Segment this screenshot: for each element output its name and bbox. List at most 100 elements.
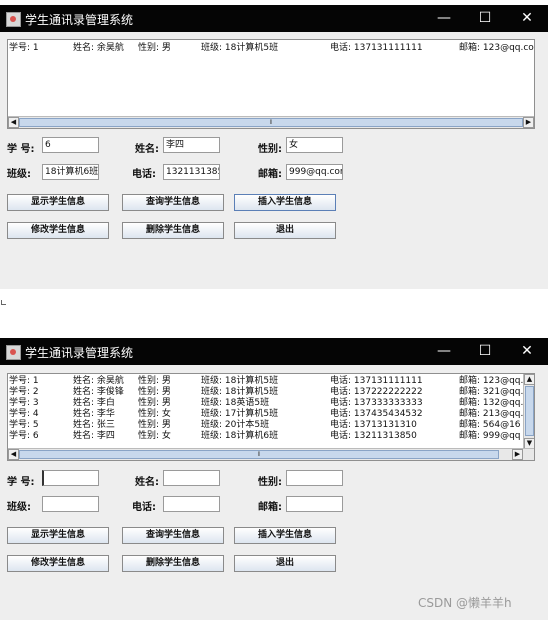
scroll-thumb[interactable] [525,386,534,436]
exit-button[interactable]: 退出 [234,222,336,239]
record-row: 学号: 4 姓名: 李华 性别: 女 班级: 17计算机5班 电话: 13743… [8,409,523,420]
email-field[interactable] [286,496,343,512]
phone-field[interactable] [163,496,220,512]
record-phone: 电话: 13211313850 [330,431,417,441]
record-email: 邮箱: 999@qq [459,431,521,441]
bottom-window: 学生通讯录管理系统 — ☐ ✕ 学号: 1 姓名: 余昊航 性别: 男 班级: … [0,338,548,620]
record-id: 学号: 2 [9,387,39,397]
record-id: 学号: 1 [9,43,39,53]
record-phone: 电话: 137333333333 [330,398,423,408]
show-students-button[interactable]: 显示学生信息 [7,194,109,211]
email-field[interactable]: 999@qq.com [286,164,343,180]
phone-label: 电话: [132,169,156,180]
record-row: 学号: 1 姓名: 余昊航 性别: 男 班级: 18计算机5班 电话: 1371… [8,376,523,387]
name-field[interactable] [163,470,220,486]
gender-field[interactable]: 女 [286,137,343,153]
maximize-button[interactable]: ☐ [465,5,505,32]
record-email: 邮箱: 123@qq. [459,376,524,386]
gender-field[interactable] [286,470,343,486]
modify-student-button[interactable]: 修改学生信息 [7,555,109,572]
record-gender: 性别: 男 [138,376,171,386]
record-gender: 性别: 男 [138,420,171,430]
records-text-area[interactable]: 学号: 1 姓名: 余昊航 性别: 男 班级: 18计算机5班 电话: 1371… [7,39,535,129]
delete-student-button[interactable]: 删除学生信息 [122,555,224,572]
query-student-button[interactable]: 查询学生信息 [122,194,224,211]
close-button[interactable]: ✕ [507,338,547,365]
record-row: 学号: 6 姓名: 李四 性别: 女 班级: 18计算机6班 电话: 13211… [8,431,523,442]
sid-field[interactable]: 6 [42,137,99,153]
sid-field[interactable] [42,470,99,486]
show-students-button[interactable]: 显示学生信息 [7,527,109,544]
record-class: 班级: 18计算机6班 [201,431,279,441]
class-label: 班级: [7,169,31,180]
record-id: 学号: 6 [9,431,39,441]
record-phone: 电话: 137222222222 [330,387,423,397]
record-row: 学号: 5 姓名: 张三 性别: 男 班级: 20计本5班 电话: 137131… [8,420,523,431]
close-button[interactable]: ✕ [507,5,547,32]
maximize-button[interactable]: ☐ [465,338,505,365]
sid-label: 学 号: [7,144,35,155]
record-email: 邮箱: 213@qq. [459,409,524,419]
record-name: 姓名: 余昊航 [73,43,124,53]
gender-label: 性别: [258,477,282,488]
record-gender: 性别: 女 [138,431,171,441]
insert-student-button[interactable]: 插入学生信息 [234,527,336,544]
name-field[interactable]: 李四 [163,137,220,153]
top-window: 学生通讯录管理系统 — ☐ ✕ 学号: 1 姓名: 余昊航 性别: 男 班级: … [0,5,548,289]
horizontal-scrollbar[interactable]: ◀ ⦀ ▶ [8,448,534,460]
phone-field[interactable]: 13211313850 [163,164,220,180]
window-title: 学生通讯录管理系统 [25,346,134,360]
query-student-button[interactable]: 查询学生信息 [122,527,224,544]
title-bar: 学生通讯录管理系统 — ☐ ✕ [0,338,548,365]
record-name: 姓名: 李四 [73,431,115,441]
record-phone: 电话: 137435434532 [330,409,423,419]
record-row: 学号: 2 姓名: 李俊锋 性别: 男 班级: 18计算机5班 电话: 1372… [8,387,523,398]
record-class: 班级: 18计算机5班 [201,376,279,386]
record-name: 姓名: 李华 [73,409,115,419]
scroll-thumb[interactable]: ⦀ [19,450,499,459]
insert-student-button[interactable]: 插入学生信息 [234,194,336,211]
minimize-button[interactable]: — [424,338,464,365]
record-id: 学号: 5 [9,420,39,430]
scroll-left-arrow-icon[interactable]: ◀ [8,449,19,460]
name-label: 姓名: [135,477,159,488]
record-name: 姓名: 李俊锋 [73,387,124,397]
class-label: 班级: [7,502,31,513]
exit-button[interactable]: 退出 [234,555,336,572]
separator-mark [1,300,6,305]
record-class: 班级: 18英语5班 [201,398,270,408]
record-row: 学号: 1 姓名: 余昊航 性别: 男 班级: 18计算机5班 电话: 1371… [8,43,534,54]
record-class: 班级: 20计本5班 [201,420,270,430]
record-class: 班级: 18计算机5班 [201,43,279,53]
sid-label: 学 号: [7,477,35,488]
record-id: 学号: 1 [9,376,39,386]
class-field[interactable]: 18计算机6班 [42,164,99,180]
scroll-thumb[interactable]: ⦀ [19,118,523,127]
horizontal-scrollbar[interactable]: ◀ ⦀ ▶ [8,116,534,128]
record-phone: 电话: 137131111111 [330,376,423,386]
phone-label: 电话: [132,502,156,513]
scroll-left-arrow-icon[interactable]: ◀ [8,117,19,128]
java-app-icon [6,12,21,27]
record-row: 学号: 3 姓名: 李白 性别: 男 班级: 18英语5班 电话: 137333… [8,398,523,409]
email-label: 邮箱: [258,169,282,180]
record-name: 姓名: 张三 [73,420,115,430]
scroll-right-arrow-icon[interactable]: ▶ [512,449,523,460]
vertical-scrollbar[interactable]: ▲ ▼ [523,374,534,449]
record-id: 学号: 3 [9,398,39,408]
scroll-right-arrow-icon[interactable]: ▶ [523,117,534,128]
name-label: 姓名: [135,144,159,155]
modify-student-button[interactable]: 修改学生信息 [7,222,109,239]
records-text-area[interactable]: 学号: 1 姓名: 余昊航 性别: 男 班级: 18计算机5班 电话: 1371… [7,373,535,461]
record-gender: 性别: 男 [138,43,171,53]
delete-student-button[interactable]: 删除学生信息 [122,222,224,239]
minimize-button[interactable]: — [424,5,464,32]
record-phone: 电话: 137131111111 [330,43,423,53]
scroll-up-arrow-icon[interactable]: ▲ [524,374,534,385]
gender-label: 性别: [258,144,282,155]
class-field[interactable] [42,496,99,512]
record-name: 姓名: 余昊航 [73,376,124,386]
record-class: 班级: 18计算机5班 [201,387,279,397]
record-email: 邮箱: 564@16 [459,420,521,430]
java-app-icon [6,345,21,360]
